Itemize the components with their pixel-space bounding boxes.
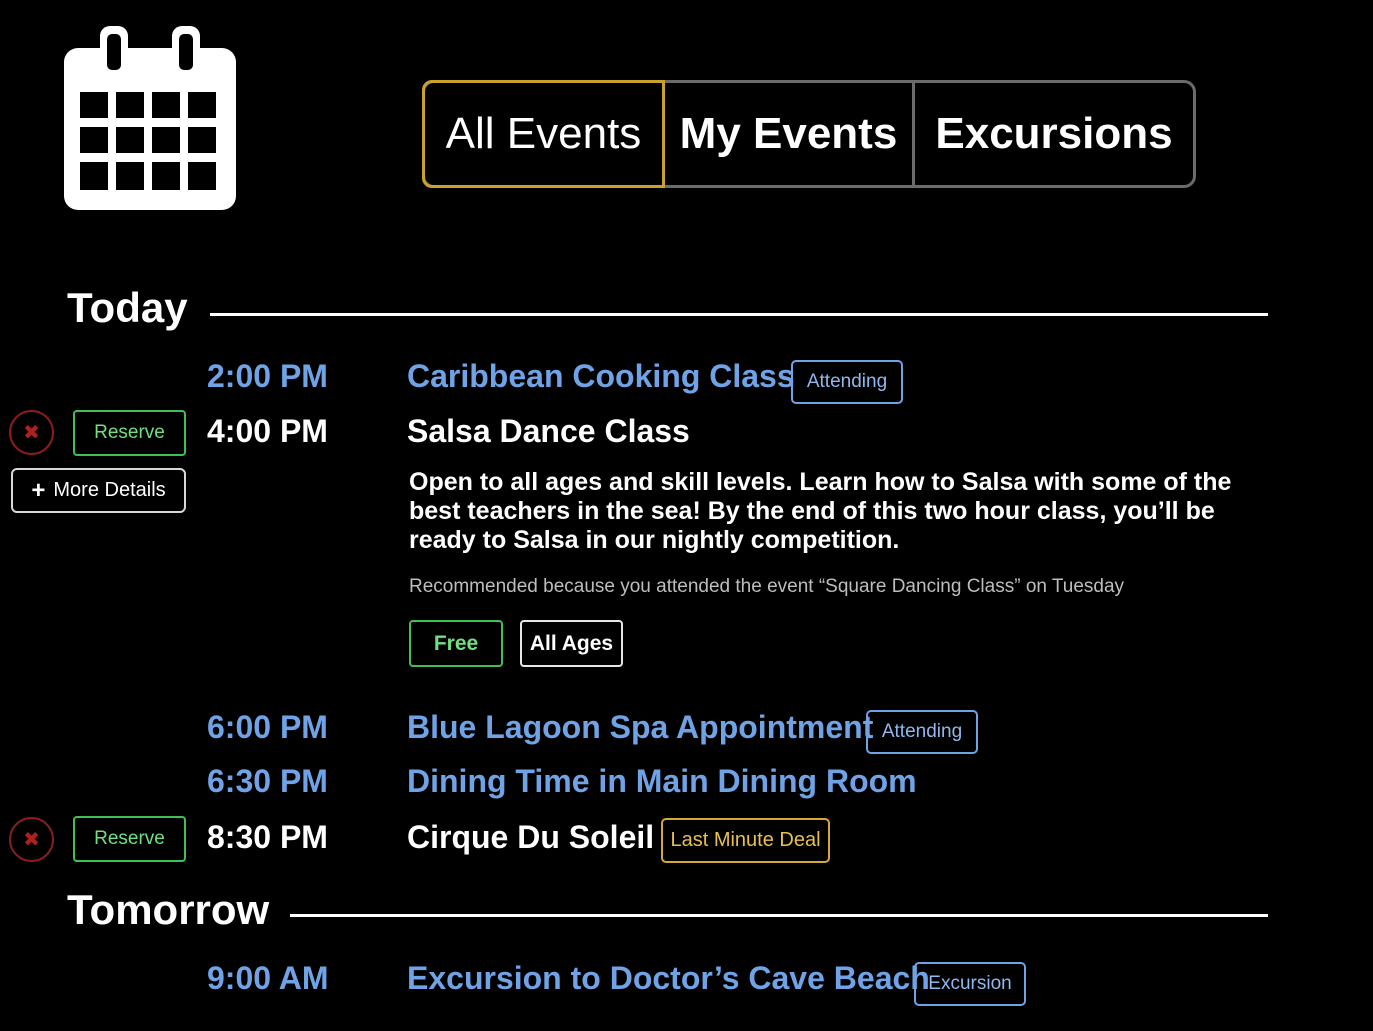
attending-badge: Attending bbox=[791, 360, 903, 404]
tab-excursions[interactable]: Excursions bbox=[915, 83, 1193, 185]
event-time: 6:30 PM bbox=[207, 763, 328, 799]
event-title-link[interactable]: Dining Time in Main Dining Room bbox=[407, 763, 917, 800]
more-details-label: More Details bbox=[53, 479, 166, 501]
price-tag: Free bbox=[409, 620, 503, 667]
reserve-button[interactable]: Reserve bbox=[73, 410, 186, 456]
age-tag: All Ages bbox=[520, 620, 623, 667]
dismiss-event-button[interactable]: ✖ bbox=[9, 817, 54, 862]
section-divider bbox=[210, 313, 1268, 316]
close-icon: ✖ bbox=[23, 422, 40, 444]
attending-badge: Attending bbox=[866, 710, 978, 754]
tab-my-events[interactable]: My Events bbox=[665, 83, 915, 185]
section-title-tomorrow: Tomorrow bbox=[67, 886, 270, 933]
event-time: 9:00 AM bbox=[207, 960, 329, 996]
event-title: Salsa Dance Class bbox=[407, 413, 690, 449]
plus-icon: + bbox=[31, 476, 46, 504]
last-minute-deal-badge: Last Minute Deal bbox=[661, 818, 830, 863]
recommendation-note: Recommended because you attended the eve… bbox=[409, 576, 1125, 597]
calendar-icon bbox=[64, 26, 236, 210]
event-time: 2:00 PM bbox=[207, 358, 328, 394]
event-time: 8:30 PM bbox=[207, 819, 328, 855]
event-description: Open to all ages and skill levels. Learn… bbox=[409, 468, 1232, 554]
more-details-button[interactable]: + More Details bbox=[11, 468, 186, 513]
event-time: 6:00 PM bbox=[207, 709, 328, 745]
event-filter-tabs: All Events My Events Excursions bbox=[422, 80, 1196, 188]
close-icon: ✖ bbox=[23, 829, 40, 851]
section-title-today: Today bbox=[67, 284, 188, 331]
event-time: 4:00 PM bbox=[207, 413, 328, 449]
reserve-button[interactable]: Reserve bbox=[73, 816, 186, 862]
dismiss-event-button[interactable]: ✖ bbox=[9, 410, 54, 455]
event-title-link[interactable]: Caribbean Cooking Class bbox=[407, 358, 795, 395]
excursion-badge: Excursion bbox=[914, 962, 1026, 1006]
tab-all-events[interactable]: All Events bbox=[422, 80, 665, 188]
section-divider bbox=[290, 914, 1268, 917]
event-title: Cirque Du Soleil bbox=[407, 819, 655, 855]
event-title-link[interactable]: Blue Lagoon Spa Appointment bbox=[407, 709, 873, 746]
event-title-link[interactable]: Excursion to Doctor’s Cave Beach bbox=[407, 960, 930, 997]
